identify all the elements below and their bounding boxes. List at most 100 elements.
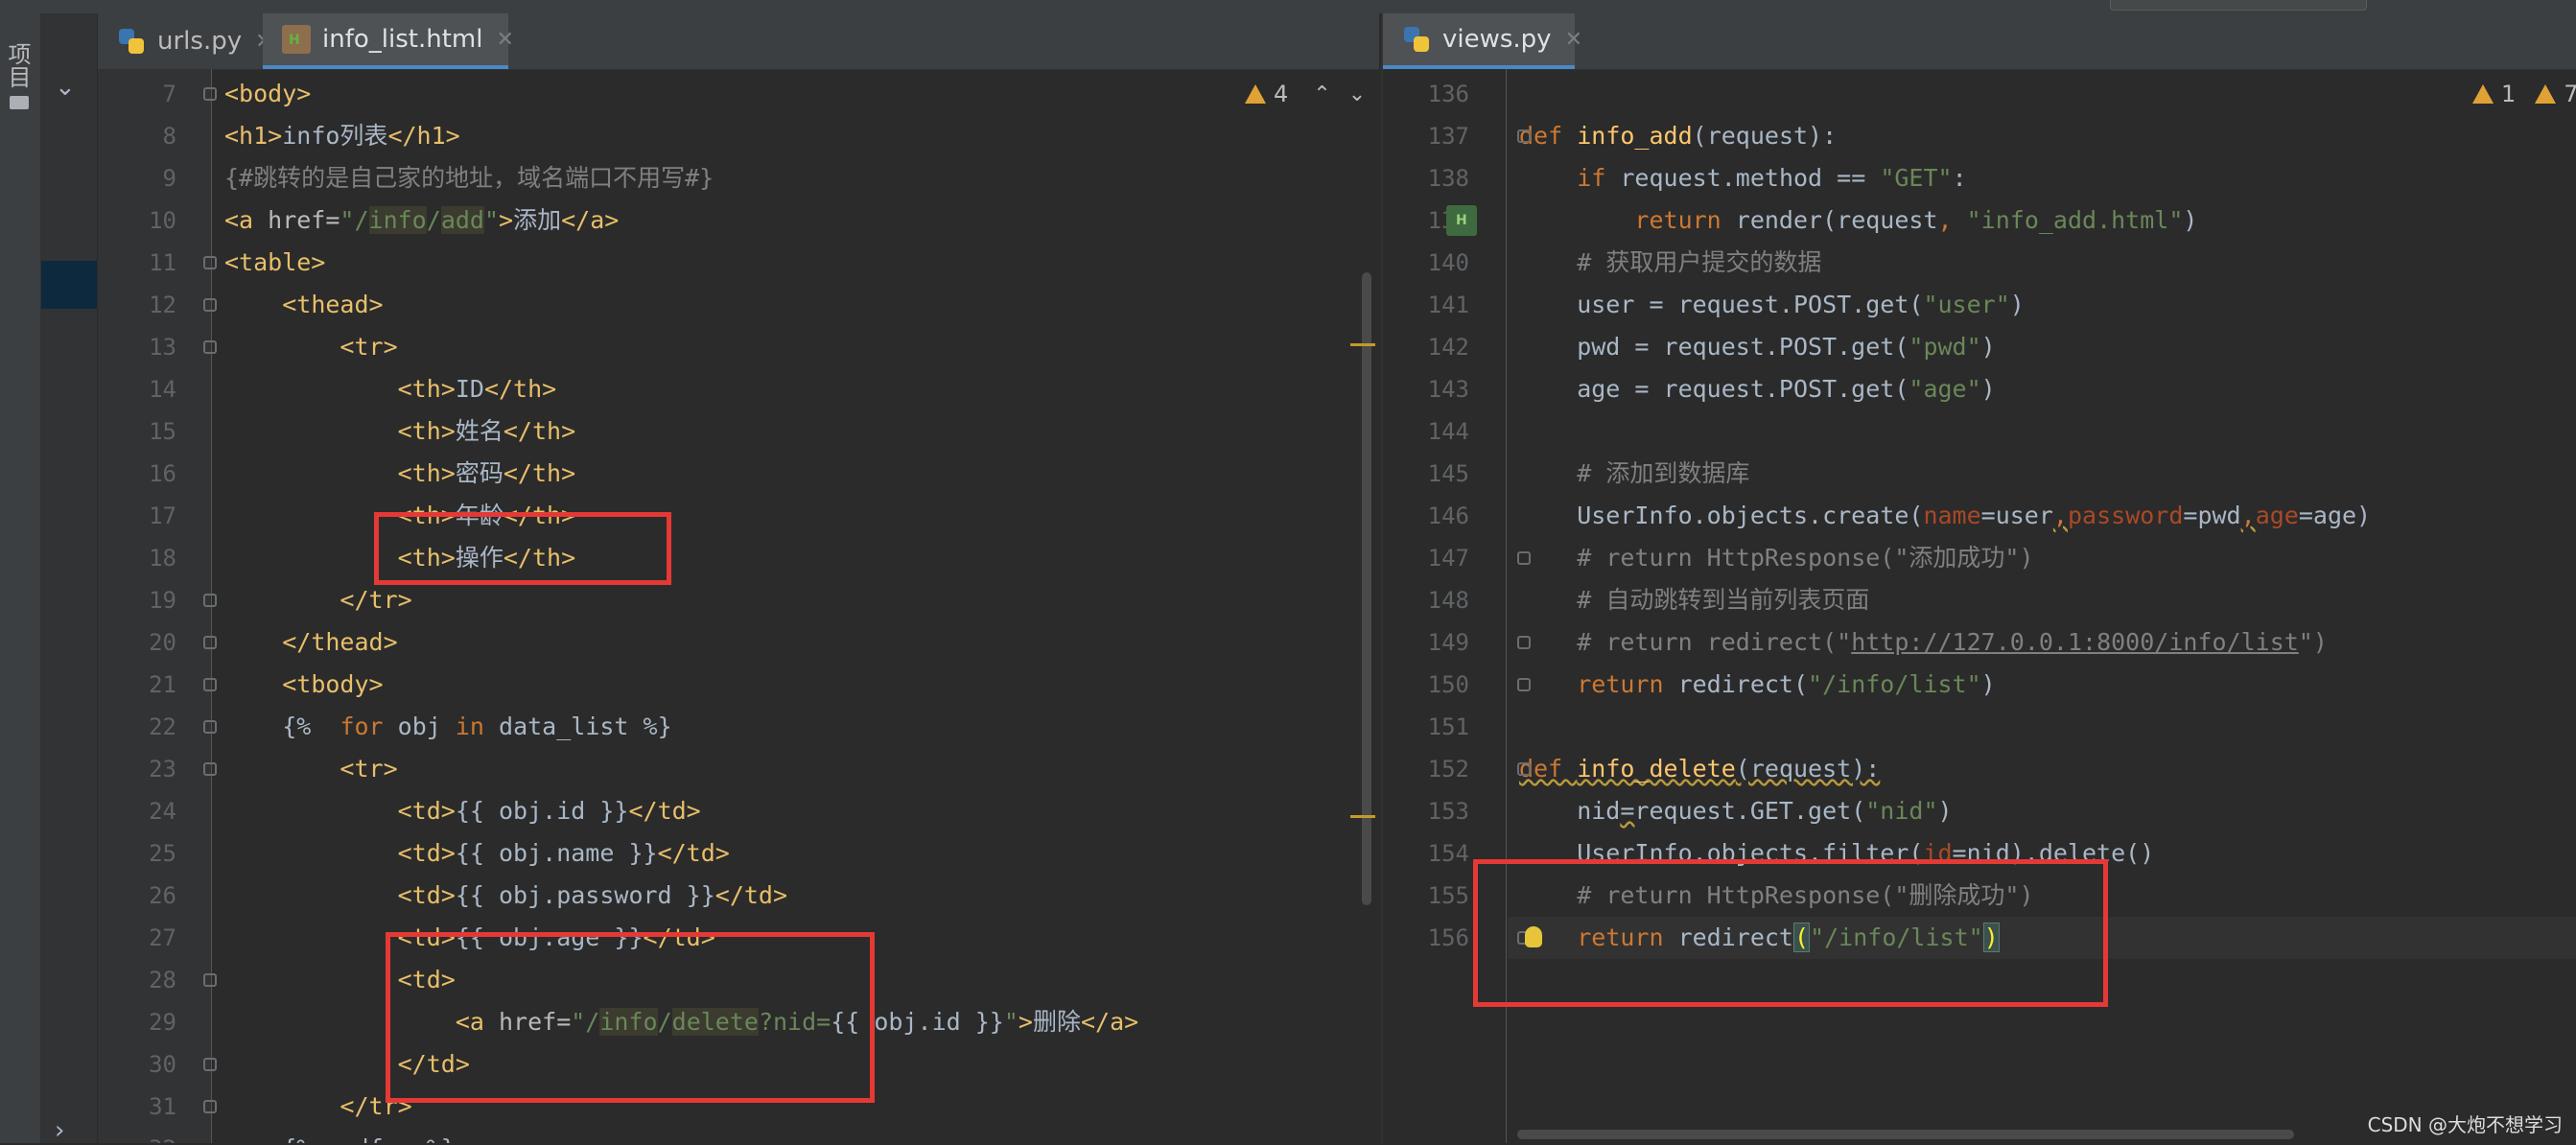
- warning-icon: [2535, 84, 2557, 104]
- warning-count: 1: [2501, 81, 2517, 107]
- line-number: 136: [1427, 81, 1469, 107]
- fold-marker-icon[interactable]: [1517, 551, 1531, 565]
- fold-marker-icon[interactable]: [203, 298, 217, 312]
- python-file-icon: [1402, 25, 1431, 54]
- project-panel-strip: ⌄ ›: [41, 13, 97, 1145]
- code-line: <td>{{ obj.name }}</td>: [397, 839, 730, 867]
- fold-marker-icon[interactable]: [1517, 636, 1531, 649]
- code-line: </tr>: [340, 586, 412, 614]
- fold-marker-icon[interactable]: [1517, 129, 1531, 143]
- fold-marker-icon[interactable]: [1517, 762, 1531, 776]
- vertical-scrollbar[interactable]: [1362, 272, 1371, 905]
- chevron-down-icon[interactable]: ⌄: [1348, 82, 1366, 106]
- code-line: # 获取用户提交的数据: [1577, 248, 1822, 276]
- code-line: def info_delete(request):: [1519, 755, 1881, 783]
- code-line: <th>密码</th>: [397, 459, 576, 487]
- horizontal-scrollbar[interactable]: [1517, 1130, 2294, 1139]
- code-line: pwd = request.POST.get("pwd"): [1519, 333, 1996, 361]
- line-number: 145: [1427, 460, 1469, 487]
- code-line: if request.method == "GET":: [1577, 164, 1967, 192]
- fold-marker-icon[interactable]: [203, 720, 217, 734]
- tab-urls-py[interactable]: urls.py ✕: [98, 13, 273, 69]
- chevron-down-icon[interactable]: ⌄: [55, 73, 76, 102]
- lightbulb-icon[interactable]: [1525, 926, 1542, 947]
- code-line: <table>: [224, 248, 326, 276]
- inspection-widget[interactable]: 4 ⌃ ⌄: [1245, 81, 1366, 107]
- line-number: 141: [1427, 292, 1469, 318]
- close-icon[interactable]: ✕: [496, 28, 513, 52]
- right-tab-bar: views.py ✕: [1383, 13, 2576, 70]
- code-line: </thead>: [282, 628, 398, 656]
- code-line: def info_add(request):: [1519, 122, 1838, 150]
- code-line: <th>姓名</th>: [397, 417, 576, 445]
- line-number: 152: [1427, 756, 1469, 783]
- line-number: 137: [1427, 123, 1469, 150]
- line-number: 16: [149, 460, 176, 487]
- fold-marker-icon[interactable]: [1517, 678, 1531, 691]
- warning-count: 7: [2564, 81, 2576, 107]
- line-number: 156: [1427, 924, 1469, 951]
- inspection-widget[interactable]: 1 7: [2472, 81, 2576, 107]
- highlight-box: [374, 512, 671, 585]
- line-number: 148: [1427, 587, 1469, 614]
- fold-marker-icon[interactable]: [203, 1058, 217, 1071]
- line-number: 26: [149, 882, 176, 909]
- code-line: return redirect("/info/list"): [1577, 670, 1996, 698]
- warning-marker[interactable]: [1350, 343, 1375, 346]
- line-number: 143: [1427, 376, 1469, 403]
- fold-marker-icon[interactable]: [203, 594, 217, 607]
- chevron-up-icon[interactable]: ⌃: [1313, 82, 1330, 106]
- code-line: <tr>: [340, 333, 398, 361]
- warning-icon: [1245, 84, 1266, 104]
- tab-views-py[interactable]: views.py ✕: [1383, 13, 1582, 69]
- line-number: 154: [1427, 840, 1469, 867]
- code-line: {% endfor %}: [224, 1128, 456, 1143]
- fold-marker-icon[interactable]: [203, 340, 217, 354]
- run-config-combo[interactable]: [2110, 0, 2367, 11]
- line-number: 146: [1427, 502, 1469, 529]
- close-icon[interactable]: ✕: [1565, 28, 1582, 52]
- code-line: <body>: [224, 80, 312, 107]
- line-number: 9: [162, 165, 176, 192]
- code-line: <thead>: [282, 291, 384, 318]
- line-number: 23: [149, 756, 176, 783]
- warning-marker[interactable]: [1350, 815, 1375, 818]
- line-number: 15: [149, 418, 176, 445]
- fold-marker-icon[interactable]: [203, 762, 217, 776]
- chevron-right-icon[interactable]: ›: [55, 1116, 64, 1145]
- code-line: <td>{{ obj.id }}</td>: [397, 797, 701, 825]
- line-number: 12: [149, 292, 176, 318]
- line-number: 151: [1427, 713, 1469, 740]
- code-line: # return HttpResponse("添加成功"): [1577, 544, 2034, 572]
- highlight-box: [386, 932, 875, 1103]
- code-line: # 自动跳转到当前列表页面: [1577, 586, 1870, 614]
- fold-marker-icon[interactable]: [203, 87, 217, 101]
- fold-marker-icon[interactable]: [203, 256, 217, 269]
- line-number: 155: [1427, 882, 1469, 909]
- tab-info-list-html[interactable]: info_list.html ✕: [263, 13, 514, 69]
- watermark: CSDN @大炮不想学习: [2367, 1113, 2563, 1136]
- line-number: 140: [1427, 249, 1469, 276]
- line-number: 18: [149, 545, 176, 572]
- template-link-icon[interactable]: [1446, 205, 1477, 236]
- fold-marker-icon[interactable]: [203, 1100, 217, 1113]
- code-line: <a href="/info/add">添加</a>: [224, 206, 620, 234]
- code-line: UserInfo.objects.create(name=user,passwo…: [1519, 502, 2372, 529]
- line-number: 138: [1427, 165, 1469, 192]
- code-line: <h1>info列表</h1>: [224, 122, 460, 150]
- line-number: 11: [149, 249, 176, 276]
- fold-marker-icon[interactable]: [203, 678, 217, 691]
- project-selected-row[interactable]: [41, 261, 97, 309]
- line-number: 31: [149, 1093, 176, 1120]
- line-number: 150: [1427, 671, 1469, 698]
- left-editor-pane: urls.py ✕ info_list.html ✕ <body> <h1>inf…: [98, 13, 1379, 1143]
- fold-marker-icon[interactable]: [203, 973, 217, 987]
- line-number: 142: [1427, 334, 1469, 361]
- line-number: 8: [162, 123, 176, 150]
- code-line: {#跳转的是自己家的地址，域名端口不用写#}: [224, 164, 714, 192]
- tool-window-sidebar: 项目: [0, 13, 41, 1143]
- line-number: 10: [149, 207, 176, 234]
- line-number: 27: [149, 924, 176, 951]
- fold-marker-icon[interactable]: [203, 636, 217, 649]
- code-line: <tr>: [340, 755, 398, 783]
